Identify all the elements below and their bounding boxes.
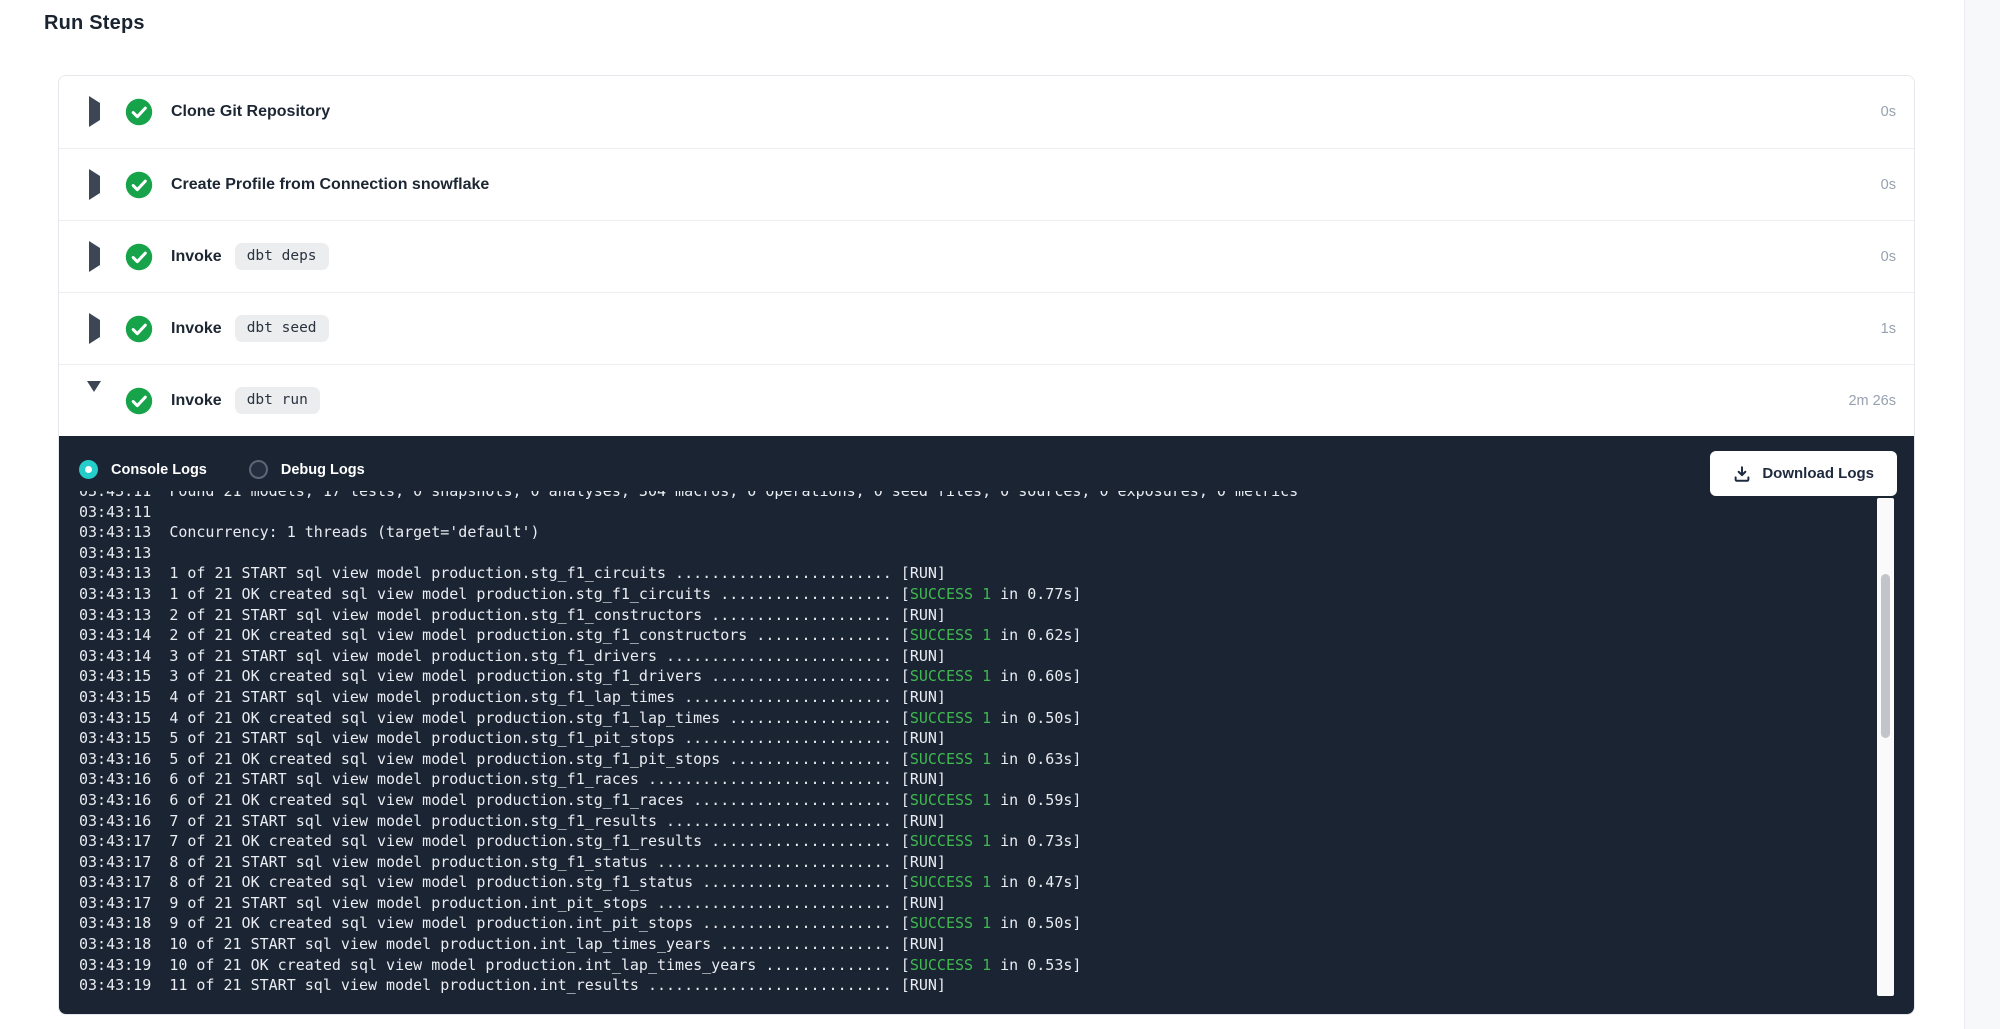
- log-line: 03:43:13 1 of 21 OK created sql view mod…: [79, 584, 1866, 605]
- chevron-right-icon[interactable]: [89, 103, 103, 121]
- log-type-radio-group: Console Logs Debug Logs: [79, 460, 365, 479]
- step-duration: 2m 26s: [1848, 393, 1896, 409]
- log-line: 03:43:13 Concurrency: 1 threads (target=…: [79, 522, 1866, 543]
- step-success-check-icon: [125, 387, 153, 415]
- chevron-right-icon[interactable]: [89, 176, 103, 194]
- download-logs-button[interactable]: Download Logs: [1710, 451, 1897, 496]
- page-right-gutter: [1964, 0, 2000, 1029]
- log-line: 03:43:14 3 of 21 START sql view model pr…: [79, 646, 1866, 667]
- step-success-check-icon: [125, 315, 153, 343]
- log-line: 03:43:17 9 of 21 START sql view model pr…: [79, 893, 1866, 914]
- radio-circle-icon[interactable]: [249, 460, 268, 479]
- log-line: 03:43:18 9 of 21 OK created sql view mod…: [79, 913, 1866, 934]
- log-scrollbar-thumb[interactable]: [1881, 574, 1890, 738]
- log-line: 03:43:16 6 of 21 START sql view model pr…: [79, 769, 1866, 790]
- log-line: 03:43:17 8 of 21 OK created sql view mod…: [79, 872, 1866, 893]
- log-line: 03:43:15 4 of 21 OK created sql view mod…: [79, 708, 1866, 729]
- step-duration: 0s: [1881, 177, 1896, 193]
- log-type-radio[interactable]: Console Logs: [79, 460, 207, 479]
- chevron-right-icon[interactable]: [89, 320, 103, 338]
- step-row[interactable]: Create Profile from Connection snowflake…: [59, 148, 1914, 220]
- run-steps-card: Clone Git Repository 0s Create Profile f…: [58, 75, 1915, 1015]
- step-command-chip: dbt run: [235, 387, 320, 414]
- log-line: 03:43:15 4 of 21 START sql view model pr…: [79, 687, 1866, 708]
- step-duration: 0s: [1881, 104, 1896, 120]
- step-success-check-icon: [125, 243, 153, 271]
- step-label: Invoke: [171, 320, 222, 338]
- log-line: 03:43:16 5 of 21 OK created sql view mod…: [79, 749, 1866, 770]
- step-label: Invoke: [171, 392, 222, 410]
- step-success-check-icon: [125, 98, 153, 126]
- step-row[interactable]: Invoke dbt seed 1s: [59, 292, 1914, 364]
- console-log-output[interactable]: 03:43:11 Found 21 models, 17 tests, 0 sn…: [79, 491, 1866, 998]
- log-scrollbar[interactable]: [1877, 498, 1894, 996]
- chevron-right-icon[interactable]: [89, 248, 103, 266]
- download-logs-label: Download Logs: [1762, 465, 1874, 482]
- step-label: Invoke: [171, 248, 222, 266]
- log-line: 03:43:14 2 of 21 OK created sql view mod…: [79, 625, 1866, 646]
- log-line: 03:43:13: [79, 543, 1866, 564]
- step-row[interactable]: Invoke dbt deps 0s: [59, 220, 1914, 292]
- log-line: 03:43:13 1 of 21 START sql view model pr…: [79, 563, 1866, 584]
- step-success-check-icon: [125, 171, 153, 199]
- log-line: 03:43:15 5 of 21 START sql view model pr…: [79, 728, 1866, 749]
- step-command-chip: dbt deps: [235, 243, 329, 270]
- log-line: 03:43:16 7 of 21 START sql view model pr…: [79, 811, 1866, 832]
- log-line: 03:43:16 6 of 21 OK created sql view mod…: [79, 790, 1866, 811]
- log-line: 03:43:19 11 of 21 START sql view model p…: [79, 975, 1866, 996]
- step-row[interactable]: Clone Git Repository 0s: [59, 76, 1914, 148]
- log-line: 03:43:19 10 of 21 OK created sql view mo…: [79, 955, 1866, 976]
- step-duration: 1s: [1881, 321, 1896, 337]
- log-line: 03:43:11: [79, 502, 1866, 523]
- step-command-chip: dbt seed: [235, 315, 329, 342]
- log-type-radio[interactable]: Debug Logs: [249, 460, 365, 479]
- chevron-down-icon[interactable]: [89, 392, 103, 410]
- log-line: 03:43:18 10 of 21 START sql view model p…: [79, 934, 1866, 955]
- log-line: 03:43:13 2 of 21 START sql view model pr…: [79, 605, 1866, 626]
- step-label: Create Profile from Connection snowflake: [171, 176, 489, 194]
- log-line: 03:43:11 Found 21 models, 17 tests, 0 sn…: [79, 491, 1866, 502]
- page-title: Run Steps: [44, 12, 145, 35]
- download-icon: [1733, 465, 1751, 483]
- step-list: Clone Git Repository 0s Create Profile f…: [59, 76, 1914, 436]
- log-line: 03:43:17 7 of 21 OK created sql view mod…: [79, 831, 1866, 852]
- log-type-label: Debug Logs: [281, 462, 365, 478]
- log-type-label: Console Logs: [111, 462, 207, 478]
- log-line: 03:43:15 3 of 21 OK created sql view mod…: [79, 666, 1866, 687]
- console-panel: Console Logs Debug Logs Download Logs 03…: [59, 436, 1914, 1014]
- step-duration: 0s: [1881, 249, 1896, 265]
- step-label: Clone Git Repository: [171, 103, 330, 121]
- page: Run Steps Clone Git Repository 0s Create…: [0, 0, 2000, 1029]
- log-line: 03:43:17 8 of 21 START sql view model pr…: [79, 852, 1866, 873]
- radio-circle-icon[interactable]: [79, 460, 98, 479]
- step-row[interactable]: Invoke dbt run 2m 26s: [59, 364, 1914, 436]
